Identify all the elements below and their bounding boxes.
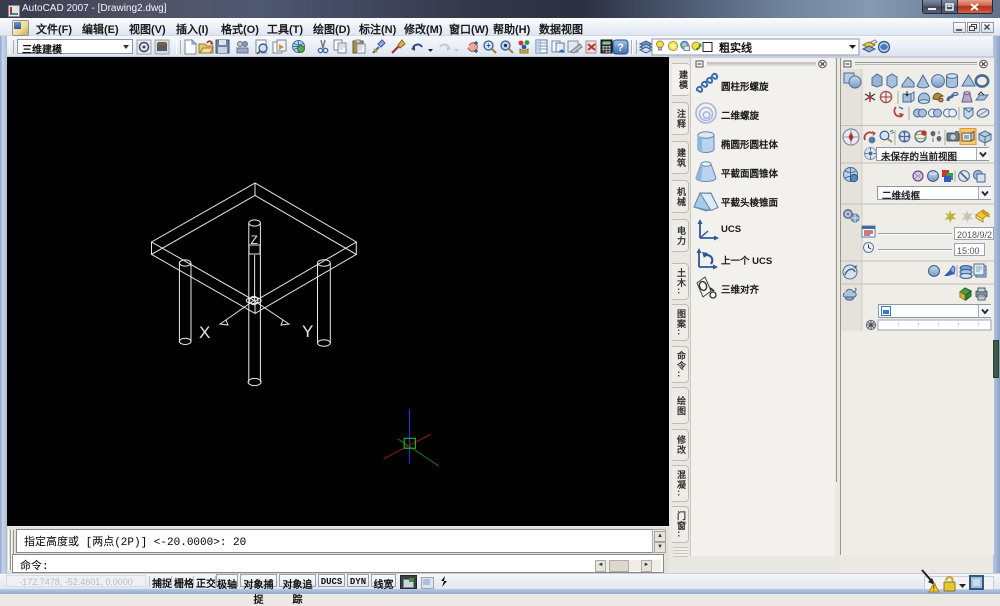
- svg-text:X: X: [199, 323, 210, 342]
- svg-text:Z: Z: [251, 233, 258, 247]
- svg-text:Y: Y: [302, 322, 313, 341]
- svg-text:粗实线: 粗实线: [719, 41, 752, 55]
- svg-text:!: !: [933, 584, 936, 593]
- svg-text:?: ?: [617, 42, 624, 54]
